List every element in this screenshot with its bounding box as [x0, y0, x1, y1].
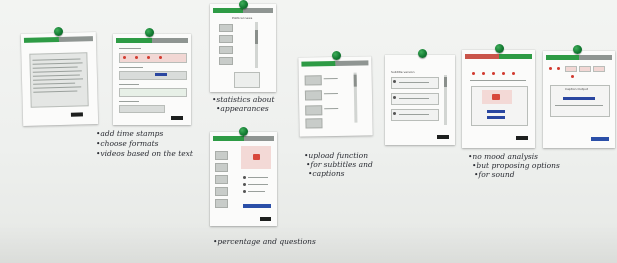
annotation-card1-line1: •add time stamps — [96, 129, 164, 138]
tab-bar — [116, 38, 188, 43]
card-title: Caption Output — [565, 87, 588, 91]
mockup-card-4 — [210, 132, 277, 226]
annotation-card3-line2: •appearances — [216, 104, 269, 113]
tab-bar — [301, 60, 369, 67]
next-button — [70, 112, 83, 117]
annotation-card7-line2: •but proposing options — [472, 161, 560, 170]
mockup-card-1 — [20, 32, 99, 126]
mockup-card-2 — [113, 34, 191, 125]
whiteboard-photo: •add time stamps •choose formats •videos… — [0, 0, 617, 263]
annotation-card7-line3: •for sound — [474, 170, 515, 179]
magnet — [239, 0, 248, 9]
mockup-card-5-upload — [298, 56, 373, 137]
annotation-card5-line3: •captions — [308, 169, 345, 178]
annotation-card3-line1: •statistics about — [212, 95, 275, 104]
magnet — [573, 45, 582, 54]
annotation-card1-line2: •choose formats — [96, 139, 159, 148]
magnet — [239, 127, 248, 136]
annotation-card5-line2: •for subtitles and — [306, 160, 373, 169]
tab-bar — [23, 36, 94, 43]
annotation-card1-line3: •videos based on the text — [96, 149, 193, 158]
mockup-card-7-sound — [462, 50, 535, 148]
mockup-card-3-statistics: Political news — [210, 4, 276, 92]
tab-bar — [546, 55, 612, 60]
magnet — [332, 51, 341, 60]
magnet — [495, 44, 504, 53]
tab-bar — [465, 54, 532, 59]
tab-bar — [213, 136, 274, 141]
annotation-card5-line1: •upload function — [304, 151, 369, 160]
mockup-card-8: Caption Output — [543, 51, 615, 148]
card-title: Subtitle version — [391, 70, 415, 74]
magnet — [54, 27, 63, 36]
magnet — [418, 49, 427, 58]
annotation-card4: •percentage and questions — [213, 237, 316, 246]
mockup-card-6-subtitles: Subtitle version — [385, 55, 455, 145]
card-title: Political news — [232, 16, 253, 20]
magnet — [145, 28, 154, 37]
annotation-card7-line1: •no mood analysis — [468, 152, 538, 161]
